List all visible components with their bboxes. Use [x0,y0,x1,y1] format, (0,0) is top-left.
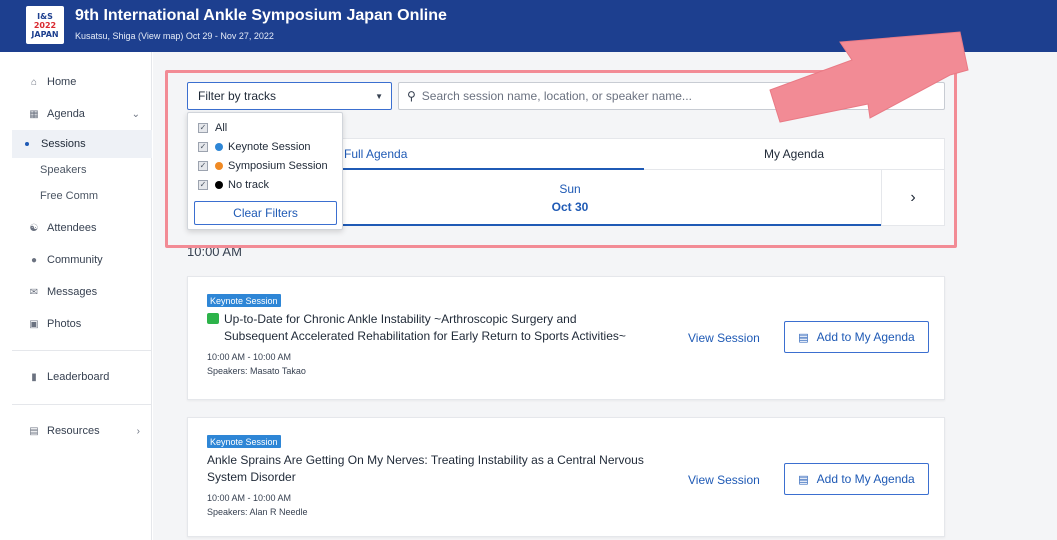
search-icon: ⚲ [407,89,416,103]
sidebar-item-free-comm[interactable]: Free Comm [12,182,152,210]
calendar-add-icon: ▤ [798,331,809,344]
track-filter-select[interactable]: Filter by tracks ▼ [187,82,392,110]
session-card: Keynote Session Ankle Sprains Are Gettin… [187,417,945,537]
sidebar-item-attendees[interactable]: ☯ Attendees [12,214,152,242]
chevron-right-icon: › [136,425,140,437]
add-to-my-agenda-button[interactable]: ▤ Add to My Agenda [784,463,929,495]
event-subtitle[interactable]: Kusatsu, Shiga (View map) Oct 29 - Nov 2… [75,31,274,41]
sidebar-item-agenda[interactable]: ▦ Agenda ⌄ [12,100,152,128]
session-speakers: Speakers: Masato Takao [207,366,306,376]
calendar-icon: ▦ [29,108,39,120]
session-title-line: System Disorder [207,470,296,484]
sidebar-item-label: Community [47,254,103,266]
sidebar-item-label: Attendees [47,222,97,234]
filter-option-all[interactable]: ✓ All [198,119,227,137]
track-filter-dropdown: ✓ All ✓ Keynote Session ✓ Symposium Sess… [187,112,343,230]
keynote-color-dot [215,143,223,151]
clear-filters-button[interactable]: Clear Filters [194,201,337,225]
add-to-my-agenda-button[interactable]: ▤ Add to My Agenda [784,321,929,353]
sidebar-item-label: Leaderboard [47,371,110,383]
sidebar-item-label: Agenda [47,108,85,120]
sidebar-item-label: Messages [47,286,98,298]
attendees-icon: ☯ [29,222,39,234]
sidebar-item-community[interactable]: ● Community [12,246,152,274]
checkbox-checked-icon: ✓ [198,161,208,171]
date-day: Sun [559,182,581,196]
session-time: 10:00 AM - 10:00 AM [207,493,292,503]
tab-label: Full Agenda [344,147,408,161]
filter-option-label: All [215,122,228,134]
sidebar-item-label: Photos [47,318,82,330]
symposium-color-dot [215,162,223,170]
logo-text-3: JAPAN [31,29,59,39]
checkbox-checked-icon: ✓ [198,180,208,190]
sidebar-item-label: Speakers [40,164,87,176]
session-title-line: Ankle Sprains Are Getting On My Nerves: … [207,453,644,467]
sidebar-item-leaderboard[interactable]: ▮ Leaderboard [12,363,152,391]
camera-icon: ▣ [29,318,39,330]
event-logo[interactable]: I&S 2022 JAPAN [26,6,64,44]
bar-chart-icon: ▮ [31,371,37,383]
track-filter-label: Filter by tracks [198,89,277,103]
event-title: 9th International Ankle Symposium Japan … [75,7,447,24]
video-icon [207,313,219,324]
active-dot-icon [25,142,29,146]
sidebar-item-label: Resources [47,425,100,437]
sidebar-item-label: Sessions [41,138,86,150]
checkbox-checked-icon: ✓ [198,142,208,152]
add-button-label: Add to My Agenda [816,330,915,344]
view-session-button[interactable]: View Session [688,331,760,345]
chevron-down-icon: ⌄ [131,108,140,120]
sidebar: ⌂ Home ▦ Agenda ⌄ Sessions Speakers Free… [12,52,152,540]
app-header: I&S 2022 JAPAN 9th International Ankle S… [0,0,1057,52]
sidebar-item-messages[interactable]: ✉ Messages [12,278,152,306]
filter-option-label: Symposium Session [228,160,328,172]
search-placeholder: Search session name, location, or speake… [421,89,692,103]
checkbox-checked-icon: ✓ [198,123,208,133]
sidebar-item-resources[interactable]: ▤ Resources › [12,417,152,445]
tab-label: My Agenda [763,147,825,161]
community-icon: ● [30,254,38,266]
home-icon: ⌂ [30,76,38,88]
sidebar-item-sessions[interactable]: Sessions [12,130,152,158]
filter-option-label: Keynote Session [228,141,311,153]
filter-option-keynote[interactable]: ✓ Keynote Session [198,138,311,156]
add-button-label: Add to My Agenda [816,472,915,486]
sidebar-divider [12,350,152,351]
session-title-line: Subsequent Accelerated Rehabilitation fo… [224,329,626,343]
sidebar-item-label: Free Comm [40,190,99,202]
filter-option-label: No track [228,179,269,191]
session-speakers: Speakers: Alan R Needle [207,507,308,517]
briefcase-icon: ▤ [29,425,39,437]
time-slot-label: 10:00 AM [187,244,242,259]
track-badge: Keynote Session [207,435,281,448]
next-date-button[interactable]: › [881,170,944,226]
calendar-add-icon: ▤ [798,473,809,486]
sidebar-item-home[interactable]: ⌂ Home [12,68,152,96]
track-badge: Keynote Session [207,294,281,307]
logo-text-2: 2022 [33,20,57,30]
session-card: Keynote Session Up-to-Date for Chronic A… [187,276,945,400]
sidebar-item-speakers[interactable]: Speakers [12,156,152,184]
view-session-button[interactable]: View Session [688,473,760,487]
date-date: Oct 30 [551,200,589,214]
session-title[interactable]: Up-to-Date for Chronic Ankle Instability… [207,311,626,345]
logo-text-1: I&S [37,11,53,21]
sidebar-divider [12,404,152,405]
tab-my-agenda[interactable]: My Agenda [644,139,944,169]
session-title[interactable]: Ankle Sprains Are Getting On My Nerves: … [207,452,644,486]
filter-option-symposium[interactable]: ✓ Symposium Session [198,157,328,175]
chevron-right-icon: › [910,189,916,206]
caret-down-icon: ▼ [375,91,383,101]
session-title-line: Up-to-Date for Chronic Ankle Instability… [224,312,577,326]
sidebar-item-label: Home [47,76,77,88]
envelope-icon: ✉ [29,286,39,298]
session-search-input[interactable]: ⚲ Search session name, location, or spea… [398,82,945,110]
no-track-color-dot [215,181,223,189]
filter-option-no-track[interactable]: ✓ No track [198,176,269,194]
sidebar-item-photos[interactable]: ▣ Photos [12,310,152,338]
session-time: 10:00 AM - 10:00 AM [207,352,292,362]
